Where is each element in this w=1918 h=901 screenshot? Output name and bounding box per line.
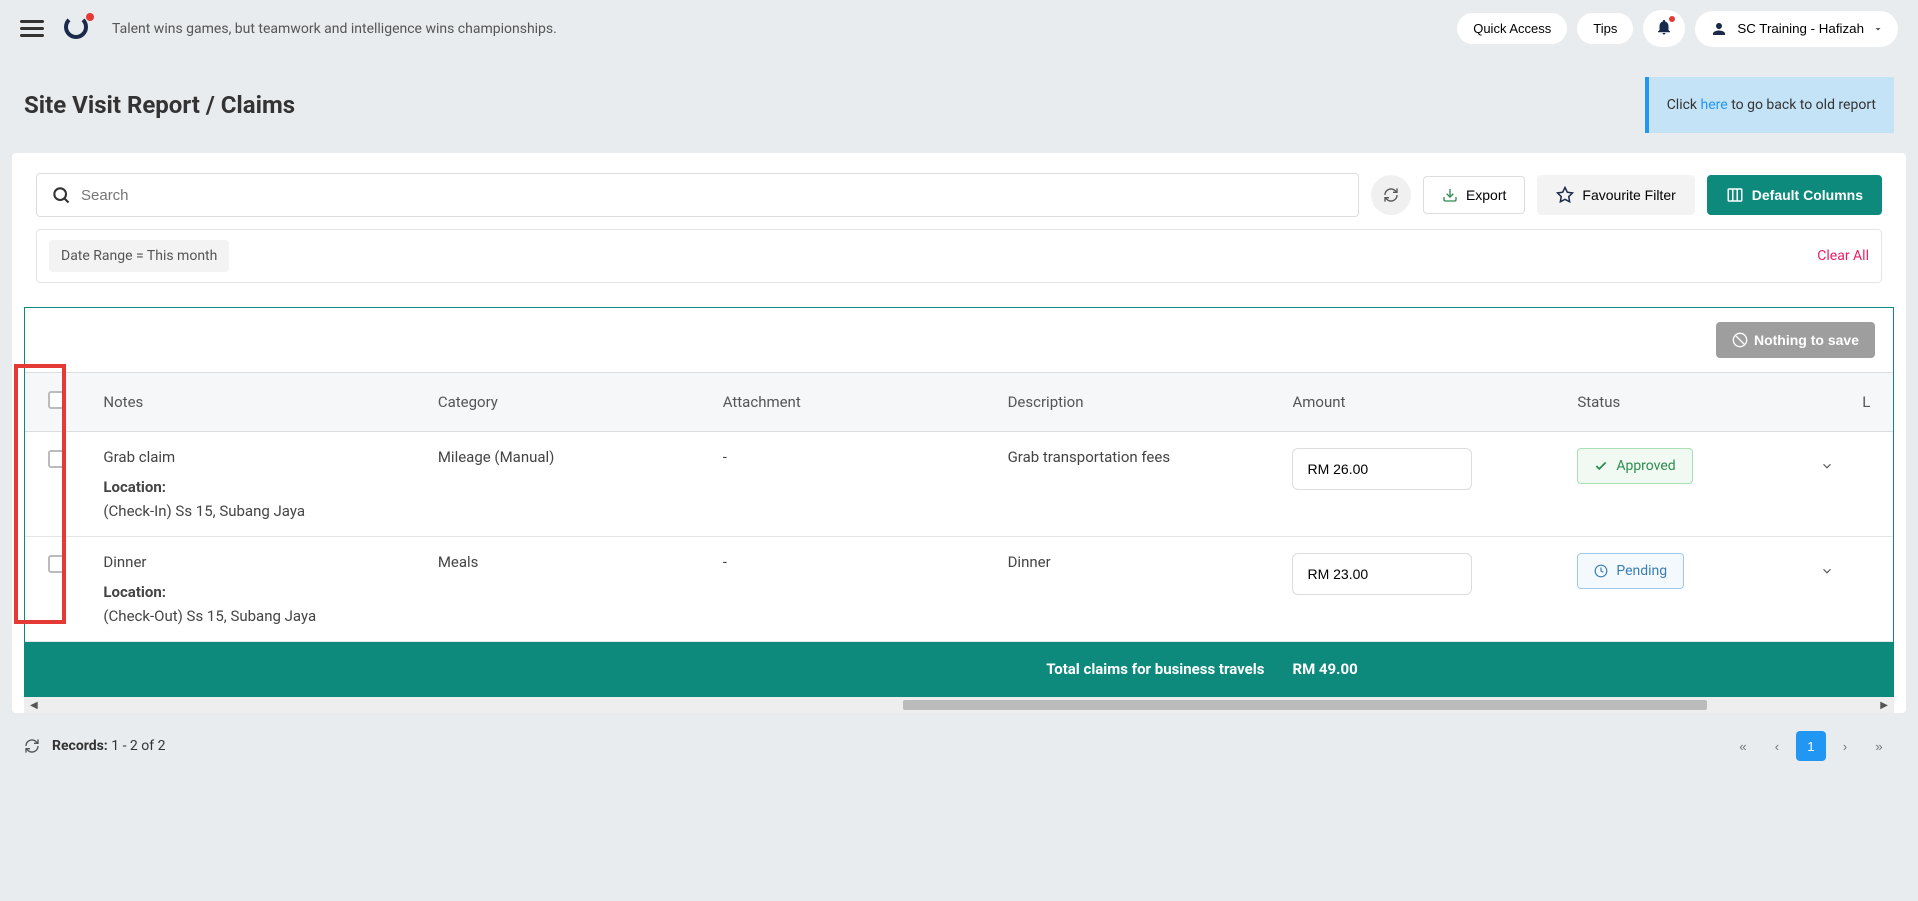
favourite-filter-button[interactable]: Favourite Filter [1537,175,1694,215]
old-report-link[interactable]: here [1701,97,1728,113]
row-checkbox[interactable] [48,450,66,468]
total-label: Total claims for business travels [25,642,1278,697]
search-icon [51,185,71,205]
top-bar: Talent wins games, but teamwork and inte… [0,0,1918,57]
col-header-attachment[interactable]: Attachment [709,373,994,432]
check-icon [1594,459,1608,473]
page-title: Site Visit Report / Claims [24,91,295,119]
horizontal-scrollbar[interactable]: ◀ ▶ [24,697,1894,713]
refresh-icon [1383,187,1399,203]
page-first-button[interactable]: « [1728,731,1758,761]
tagline-text: Talent wins games, but teamwork and inte… [112,21,557,37]
page-prev-button[interactable]: ‹ [1762,731,1792,761]
category-cell: Meals [424,537,709,642]
refresh-button[interactable] [1371,175,1411,215]
status-badge[interactable]: Approved [1577,448,1692,484]
select-all-checkbox[interactable] [48,391,66,409]
amount-input[interactable] [1292,553,1472,595]
search-box[interactable] [36,173,1359,217]
col-header-status[interactable]: Status [1563,373,1848,432]
col-header-amount[interactable]: Amount [1278,373,1563,432]
info-banner: Click here to go back to old report [1645,77,1894,133]
download-icon [1442,187,1458,203]
toolbar: Export Favourite Filter Default Columns [12,153,1906,229]
chevron-down-icon[interactable] [1820,459,1834,473]
star-icon [1556,186,1574,204]
notes-title: Dinner [103,553,409,571]
location-value: (Check-Out) Ss 15, Subang Jaya [103,607,409,625]
notes-title: Grab claim [103,448,409,466]
notifications-button[interactable] [1643,10,1685,47]
footer: Records: 1 - 2 of 2 « ‹ 1 › » [0,713,1918,769]
chevron-down-icon [1872,23,1884,35]
date-range-filter-chip[interactable]: Date Range = This month [49,240,229,272]
notification-dot [1669,16,1675,22]
user-icon [1709,19,1729,39]
nothing-to-save-button: Nothing to save [1716,322,1875,358]
attachment-cell: - [709,432,994,537]
col-header-category[interactable]: Category [424,373,709,432]
pagination: « ‹ 1 › » [1728,731,1894,761]
search-input[interactable] [81,187,1344,204]
quick-access-button[interactable]: Quick Access [1457,13,1567,44]
category-cell: Mileage (Manual) [424,432,709,537]
description-cell: Dinner [994,537,1279,642]
col-header-last[interactable]: L [1848,373,1893,432]
attachment-cell: - [709,537,994,642]
status-badge[interactable]: Pending [1577,553,1684,589]
col-header-description[interactable]: Description [994,373,1279,432]
columns-icon [1726,186,1744,204]
description-cell: Grab transportation fees [994,432,1279,537]
location-label: Location: [103,583,409,601]
page-number-button[interactable]: 1 [1796,731,1826,761]
page-last-button[interactable]: » [1864,731,1894,761]
prohibit-icon [1732,332,1748,348]
tips-button[interactable]: Tips [1577,13,1633,44]
table-row[interactable]: Grab claim Location: (Check-In) Ss 15, S… [25,432,1893,537]
main-card: Export Favourite Filter Default Columns … [12,153,1906,713]
user-name-label: SC Training - Hafizah [1737,21,1864,36]
claims-table: Notes Category Attachment Description Am… [25,372,1893,696]
scroll-thumb[interactable] [903,700,1707,710]
app-logo-icon[interactable] [64,15,92,43]
row-checkbox[interactable] [48,555,66,573]
table-row[interactable]: Dinner Location: (Check-Out) Ss 15, Suba… [25,537,1893,642]
hamburger-menu-icon[interactable] [20,20,44,37]
filter-bar: Date Range = This month Clear All [36,229,1882,283]
records-info: Records: 1 - 2 of 2 [24,738,165,754]
scroll-right-arrow[interactable]: ▶ [1880,700,1888,711]
location-label: Location: [103,478,409,496]
col-header-notes[interactable]: Notes [89,373,423,432]
export-button[interactable]: Export [1423,176,1525,214]
total-value: RM 49.00 [1278,642,1893,697]
user-menu-button[interactable]: SC Training - Hafizah [1695,11,1898,47]
page-next-button[interactable]: › [1830,731,1860,761]
amount-input[interactable] [1292,448,1472,490]
refresh-icon[interactable] [24,738,40,754]
table-container: Nothing to save Notes Category Attachmen… [24,307,1894,697]
default-columns-button[interactable]: Default Columns [1707,175,1882,215]
chevron-down-icon[interactable] [1820,564,1834,578]
clock-icon [1594,564,1608,578]
location-value: (Check-In) Ss 15, Subang Jaya [103,502,409,520]
page-header: Site Visit Report / Claims Click here to… [0,57,1918,153]
scroll-left-arrow[interactable]: ◀ [30,700,38,711]
total-row: Total claims for business travels RM 49.… [25,642,1893,697]
clear-all-link[interactable]: Clear All [1817,248,1869,264]
